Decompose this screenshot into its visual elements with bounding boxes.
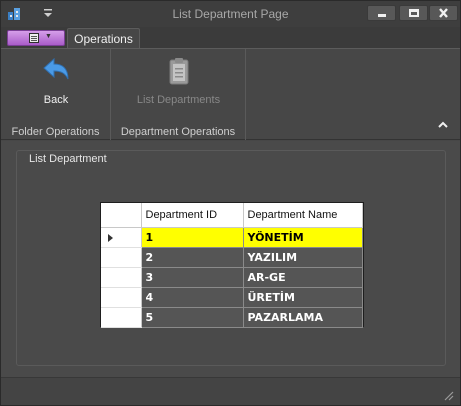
cell-department-id[interactable]: 3 (141, 267, 244, 288)
cell-department-name[interactable]: ÜRETİM (243, 287, 363, 308)
row-header[interactable] (101, 287, 142, 308)
document-icon (29, 33, 39, 43)
back-button-label: Back (43, 94, 69, 106)
cell-department-name[interactable]: PAZARLAMA (243, 307, 363, 328)
clipboard-icon (169, 58, 188, 85)
chevron-down-icon: ▼ (45, 33, 52, 40)
current-row-arrow-icon (108, 233, 113, 242)
cell-department-id[interactable]: 4 (141, 287, 244, 308)
row-header[interactable] (101, 267, 142, 288)
close-icon (439, 8, 448, 18)
table-row[interactable]: 3 AR-GE (101, 267, 363, 288)
cell-department-id[interactable]: 1 (141, 227, 244, 248)
cell-department-name[interactable]: YAZILIM (243, 247, 363, 268)
table-row[interactable]: 4 ÜRETİM (101, 287, 363, 308)
tab-operations[interactable]: Operations (67, 28, 140, 49)
row-header[interactable] (101, 227, 142, 248)
application-menu-button[interactable]: ▼ (7, 30, 65, 46)
cell-department-id[interactable]: 5 (141, 307, 244, 328)
status-bar (1, 377, 460, 405)
row-header[interactable] (101, 307, 142, 328)
department-grid[interactable]: Department ID Department Name 1 YÖNETİM … (100, 202, 364, 328)
table-row[interactable]: 5 PAZARLAMA (101, 307, 363, 328)
ribbon-tab-row: ▼ Operations (1, 27, 460, 49)
ribbon-panel: Back Folder Operations List Departments … (1, 48, 460, 140)
back-button[interactable]: Back (31, 55, 81, 106)
maximize-button[interactable] (399, 5, 428, 21)
resize-grip-icon[interactable] (442, 389, 454, 401)
column-header-department-id[interactable]: Department ID (141, 203, 244, 228)
row-header[interactable] (101, 247, 142, 268)
ribbon-group-department-operations: List Departments Department Operations (111, 49, 246, 140)
list-departments-button[interactable]: List Departments (126, 55, 231, 106)
cell-department-name[interactable]: AR-GE (243, 267, 363, 288)
title-bar[interactable]: List Department Page (1, 1, 460, 27)
ribbon-group-folder-operations: Back Folder Operations (1, 49, 111, 140)
main-window: List Department Page ▼ Operations Back F… (0, 0, 461, 406)
table-row[interactable]: 2 YAZILIM (101, 247, 363, 268)
table-row[interactable]: 1 YÖNETİM (101, 227, 363, 248)
minimize-icon (378, 14, 386, 17)
column-header-department-name[interactable]: Department Name (243, 203, 363, 228)
cell-department-id[interactable]: 2 (141, 247, 244, 268)
groupbox-title: List Department (29, 153, 107, 165)
group-label-department-operations: Department Operations (120, 126, 236, 138)
grid-header-row: Department ID Department Name (101, 203, 363, 228)
list-departments-label: List Departments (136, 94, 221, 106)
minimize-button[interactable] (367, 5, 396, 21)
cell-department-name[interactable]: YÖNETİM (243, 227, 363, 248)
collapse-ribbon-icon[interactable] (437, 119, 449, 131)
close-button[interactable] (429, 5, 458, 21)
grid-corner-cell[interactable] (101, 203, 142, 228)
group-label-folder-operations: Folder Operations (11, 126, 100, 138)
maximize-icon (409, 9, 419, 17)
back-arrow-icon (43, 57, 69, 80)
